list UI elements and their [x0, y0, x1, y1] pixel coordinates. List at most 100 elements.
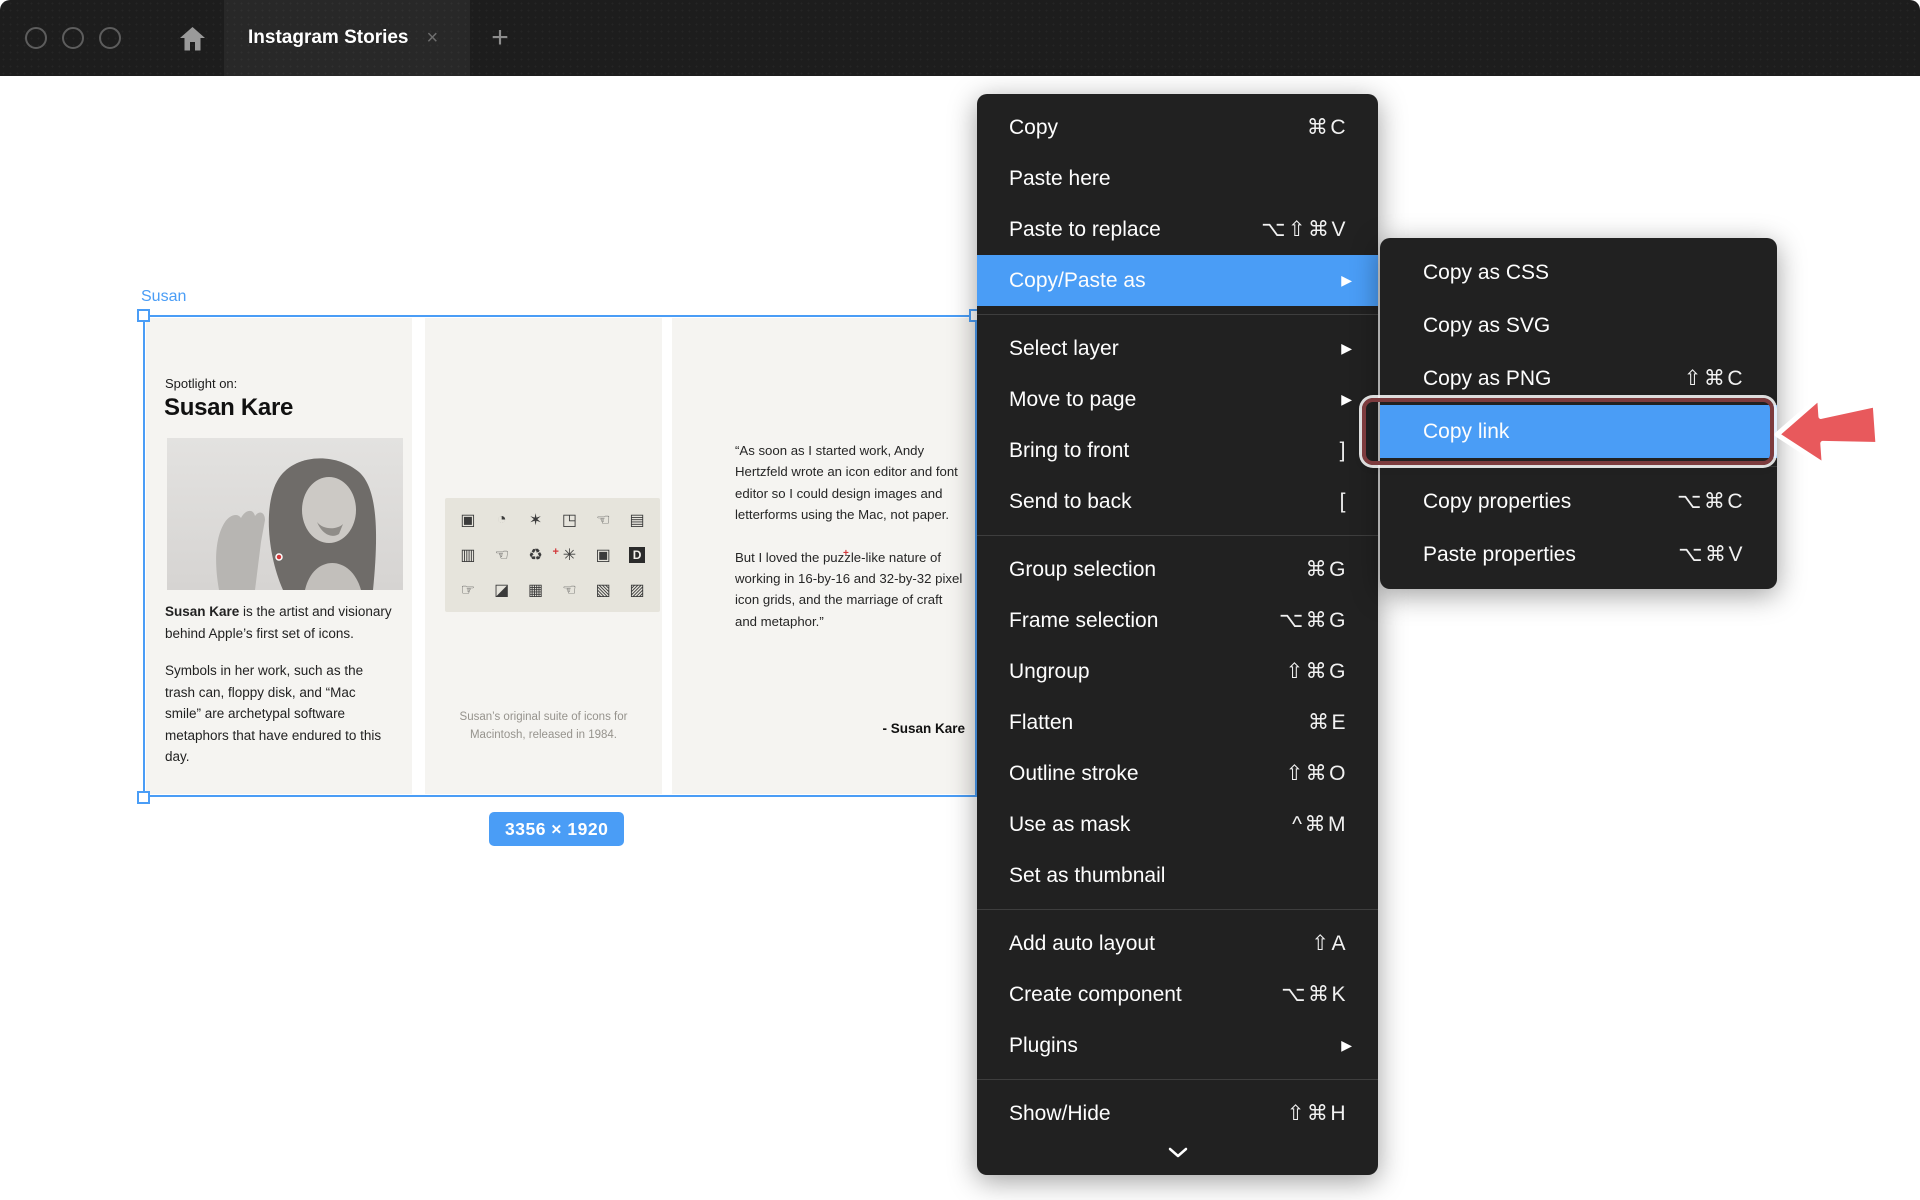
- menu-separator: [977, 535, 1378, 536]
- selection-dimensions-badge: 3356 × 1920: [489, 812, 624, 846]
- red-plus-mark: +: [552, 546, 558, 558]
- menu-item-shortcut: ⇧⌘O: [1286, 761, 1348, 786]
- menu-item-label: Copy as PNG: [1423, 367, 1684, 391]
- tab-instagram-stories[interactable]: Instagram Stories ×: [224, 0, 470, 76]
- hand-doc-icon: ☜: [552, 573, 586, 608]
- doc-badge-icon: ▧: [586, 573, 620, 608]
- menu-item-label: Ungroup: [1009, 660, 1286, 684]
- menu-scroll-more[interactable]: [977, 1139, 1378, 1167]
- menu-item-shortcut: ⌘C: [1307, 115, 1348, 140]
- menu-item-label: Create component: [1009, 983, 1281, 1007]
- quote-attribution: - Susan Kare: [735, 721, 965, 736]
- menu-item-label: Use as mask: [1009, 813, 1292, 837]
- menu-item-ungroup[interactable]: Ungroup⇧⌘G: [977, 646, 1378, 697]
- menu-item-copy-properties[interactable]: Copy properties⌥⌘C: [1380, 475, 1777, 528]
- menu-item-shortcut: ⇧A: [1311, 931, 1348, 956]
- menu-item-shortcut: ^⌘M: [1292, 812, 1348, 837]
- menu-item-bring-to-front[interactable]: Bring to front]: [977, 425, 1378, 476]
- menu-item-copy-as-svg[interactable]: Copy as SVG: [1380, 299, 1777, 352]
- menu-item-label: Paste here: [1009, 167, 1348, 191]
- menu-item-label: Copy: [1009, 116, 1307, 140]
- menu-item-shortcut: ⌘E: [1308, 710, 1348, 735]
- frame-name-label[interactable]: Susan: [141, 288, 186, 306]
- menu-item-label: Move to page: [1009, 388, 1341, 412]
- menu-item-label: Add auto layout: [1009, 932, 1311, 956]
- susan-kare-photo: [167, 438, 403, 590]
- menu-item-shortcut: ⌘G: [1306, 557, 1348, 582]
- menu-item-label: Bring to front: [1009, 439, 1340, 463]
- home-icon: [179, 25, 206, 52]
- command-key-icon: +✳: [552, 537, 586, 572]
- menu-item-label: Copy/Paste as: [1009, 269, 1341, 293]
- mac-icons-card: ▣◔✶◳☜▤▥☜♻+✳▣D☞◪▦☜▧▨: [445, 498, 660, 612]
- mac-document-icon: ▣: [586, 537, 620, 572]
- chevron-down-icon: [1167, 1147, 1189, 1159]
- menu-item-shortcut: ⌥⌘K: [1281, 982, 1348, 1007]
- menu-item-label: Flatten: [1009, 711, 1308, 735]
- menu-item-create-component[interactable]: Create component⌥⌘K: [977, 969, 1378, 1020]
- resize-handle-top-left[interactable]: [137, 309, 150, 322]
- new-tab-button[interactable]: +: [478, 0, 522, 76]
- paper-stack-icon: ▨: [620, 573, 654, 608]
- menu-item-shortcut: ]: [1340, 439, 1348, 463]
- tab-title: Instagram Stories: [248, 27, 409, 49]
- menu-item-move-to-page[interactable]: Move to page▶: [977, 374, 1378, 425]
- hand-write-icon: ☜: [485, 537, 519, 572]
- watch-icon: ◔: [485, 502, 519, 537]
- menu-item-select-layer[interactable]: Select layer▶: [977, 323, 1378, 374]
- menu-item-label: Frame selection: [1009, 609, 1279, 633]
- menu-item-paste-properties[interactable]: Paste properties⌥⌘V: [1380, 528, 1777, 581]
- menu-item-plugins[interactable]: Plugins▶: [977, 1020, 1378, 1071]
- copies-stack-icon: ▦: [519, 573, 553, 608]
- home-button[interactable]: [160, 0, 224, 76]
- bomb-icon: ✶: [519, 502, 553, 537]
- menu-item-shortcut: ⌥⇧⌘V: [1261, 217, 1348, 242]
- menu-item-shortcut: ⇧⌘G: [1286, 659, 1348, 684]
- menu-item-set-as-thumbnail[interactable]: Set as thumbnail: [977, 850, 1378, 901]
- submenu-arrow-icon: ▶: [1341, 1037, 1352, 1054]
- window-minimize-button[interactable]: [62, 27, 84, 49]
- text-document-icon: ▥: [451, 537, 485, 572]
- dark-d-icon: D: [620, 537, 654, 572]
- menu-item-outline-stroke[interactable]: Outline stroke⇧⌘O: [977, 748, 1378, 799]
- menu-item-label: Group selection: [1009, 558, 1306, 582]
- menu-item-send-to-back[interactable]: Send to back[: [977, 476, 1378, 527]
- spotlight-body-bold: Susan Kare: [165, 604, 239, 619]
- menu-item-frame-selection[interactable]: Frame selection⌥⌘G: [977, 595, 1378, 646]
- menu-item-copy[interactable]: Copy⌘C: [977, 102, 1378, 153]
- resize-handle-bottom-left[interactable]: [137, 791, 150, 804]
- submenu-arrow-icon: ▶: [1341, 340, 1352, 357]
- menu-item-use-as-mask[interactable]: Use as mask^⌘M: [977, 799, 1378, 850]
- menu-item-label: Copy as CSS: [1423, 261, 1745, 285]
- menu-item-group-selection[interactable]: Group selection⌘G: [977, 544, 1378, 595]
- menu-item-label: Paste properties: [1423, 543, 1678, 567]
- window-close-button[interactable]: [25, 27, 47, 49]
- menu-item-paste-to-replace[interactable]: Paste to replace⌥⇧⌘V: [977, 204, 1378, 255]
- menu-item-copy-paste-as[interactable]: Copy/Paste as▶: [977, 255, 1378, 306]
- annotation-arrow-icon: [1771, 388, 1884, 475]
- submenu-arrow-icon: ▶: [1341, 272, 1352, 289]
- toolbox-icon: ◳: [552, 502, 586, 537]
- context-menu: Copy⌘CPaste herePaste to replace⌥⇧⌘VCopy…: [977, 94, 1378, 1175]
- menu-item-add-auto-layout[interactable]: Add auto layout⇧A: [977, 918, 1378, 969]
- menu-item-label: Outline stroke: [1009, 762, 1286, 786]
- menu-item-shortcut: [: [1340, 490, 1348, 514]
- tab-close-icon[interactable]: ×: [427, 28, 439, 48]
- menu-separator: [977, 1079, 1378, 1080]
- spotlight-title: Susan Kare: [164, 394, 293, 422]
- menu-item-copy-as-css[interactable]: Copy as CSS: [1380, 246, 1777, 299]
- menu-item-label: Send to back: [1009, 490, 1340, 514]
- menu-item-shortcut: ⌥⌘C: [1677, 489, 1745, 514]
- annotation-highlight-box: [1362, 398, 1774, 465]
- menu-separator: [977, 909, 1378, 910]
- menu-item-flatten[interactable]: Flatten⌘E: [977, 697, 1378, 748]
- icons-caption: Susan’s original suite of icons for Maci…: [425, 709, 662, 745]
- menu-item-show-hide[interactable]: Show/Hide⇧⌘H: [977, 1088, 1378, 1139]
- spotlight-eyebrow: Spotlight on:: [165, 376, 237, 391]
- window-zoom-button[interactable]: [99, 27, 121, 49]
- menu-item-paste-here[interactable]: Paste here: [977, 153, 1378, 204]
- hand-point-icon: ☞: [451, 573, 485, 608]
- folded-doc-icon: ◪: [485, 573, 519, 608]
- floppy-disk-icon: ▤: [620, 502, 654, 537]
- spotlight-body-2: Symbols in her work, such as the trash c…: [165, 660, 393, 768]
